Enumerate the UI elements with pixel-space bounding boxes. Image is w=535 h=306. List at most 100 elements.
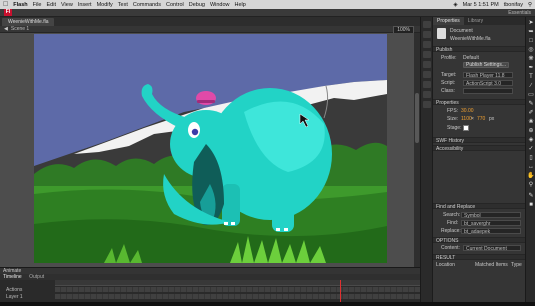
edit-bar: ◀ Scene 1 100%	[0, 26, 420, 35]
panel-icon-code[interactable]	[423, 81, 431, 88]
workspace-switcher[interactable]: Essentials	[508, 9, 531, 17]
panel-icon-history[interactable]	[423, 101, 431, 108]
search-label: Search:	[443, 212, 461, 218]
stage-color-swatch[interactable]	[463, 125, 469, 131]
swf-history-section-header[interactable]: SWF History	[433, 137, 526, 144]
deco-tool-icon[interactable]: ❀	[527, 119, 535, 126]
menu-status-area: ◈ Mar 5 1:51 PM tbonifay ⚲	[448, 0, 532, 9]
accessibility-section-header[interactable]: Accessibility	[433, 145, 526, 152]
target-label: Target:	[441, 72, 457, 78]
content-select[interactable]: Current Document	[463, 245, 521, 252]
menu-control[interactable]: Control	[166, 2, 184, 8]
results-header[interactable]: RESULT	[433, 254, 526, 261]
pen-tool-icon[interactable]: ✒	[527, 65, 535, 72]
panel-icon-transform[interactable]	[423, 51, 431, 58]
properties-section-header[interactable]: Properties	[433, 99, 526, 106]
doc-type-label: Document	[450, 28, 473, 34]
document-tab[interactable]: WeenieWithMe.fla	[2, 17, 55, 26]
publish-settings-button[interactable]: Publish Settings...	[463, 62, 510, 68]
menu-help[interactable]: Help	[235, 2, 246, 8]
bone-tool-icon[interactable]: ⊕	[527, 128, 535, 135]
zoom-tool-icon[interactable]: ⚲	[527, 182, 535, 189]
eraser-tool-icon[interactable]: ▯	[527, 155, 535, 162]
search-select[interactable]: Symbol	[461, 212, 521, 219]
pencil-tool-icon[interactable]: ✎	[527, 101, 535, 108]
panel-icon-align[interactable]	[423, 41, 431, 48]
publish-section-header[interactable]: Publish	[433, 46, 526, 53]
fps-value[interactable]: 30.00	[461, 108, 474, 114]
panel-icon-info[interactable]	[423, 61, 431, 68]
find-input[interactable]: bt_saverghr	[461, 220, 521, 227]
menu-text[interactable]: Text	[118, 2, 128, 8]
results-col-matched-items[interactable]: Matched Items	[475, 262, 508, 268]
menu-window[interactable]: Window	[210, 2, 230, 8]
frame-ruler[interactable]	[55, 280, 420, 286]
find-replace-header[interactable]: Find and Replace	[433, 203, 526, 210]
frames-actions[interactable]	[55, 287, 420, 292]
selection-tool-icon[interactable]: ➤	[527, 20, 535, 27]
tab-output[interactable]: Output	[29, 274, 44, 280]
menu-modify[interactable]: Modify	[97, 2, 113, 8]
width-tool-icon[interactable]: ↔	[527, 164, 535, 171]
subselection-tool-icon[interactable]: ➥	[527, 29, 535, 36]
size-unit: px	[489, 116, 495, 122]
fps-label: FPS:	[447, 108, 459, 114]
menu-debug[interactable]: Debug	[189, 2, 205, 8]
tab-timeline[interactable]: Timeline	[3, 274, 22, 280]
find-label: Find:	[447, 220, 459, 226]
menu-view[interactable]: View	[61, 2, 73, 8]
free-transform-tool-icon[interactable]: □	[527, 38, 535, 45]
class-input[interactable]	[463, 88, 513, 94]
back-arrow-icon[interactable]: ◀	[4, 26, 8, 32]
rectangle-tool-icon[interactable]: ▭	[527, 92, 535, 99]
replace-input[interactable]: bt_adaepek	[461, 228, 521, 235]
frames-layer-1[interactable]	[55, 294, 420, 299]
class-label: Class:	[441, 88, 455, 94]
pasteboard	[0, 33, 414, 267]
user-name[interactable]: tbonifay	[504, 2, 523, 8]
flash-logo-icon: Fl	[4, 9, 12, 16]
3d-rotation-tool-icon[interactable]: ◎	[527, 47, 535, 54]
clock-text[interactable]: Mar 5 1:51 PM	[463, 2, 499, 8]
stage-artwork	[34, 34, 387, 263]
menu-app-name[interactable]: Flash	[13, 2, 27, 8]
paint-bucket-tool-icon[interactable]: ◈	[527, 137, 535, 144]
fill-color-icon[interactable]: ■	[527, 202, 535, 209]
eyedropper-tool-icon[interactable]: ✓	[527, 146, 535, 153]
panel-icon-components[interactable]	[423, 91, 431, 98]
menu-insert[interactable]: Insert	[78, 2, 92, 8]
target-select[interactable]: Flash Player 11.8	[463, 72, 513, 79]
content-label: Content:	[441, 245, 460, 251]
stage-canvas[interactable]	[34, 34, 387, 263]
results-col-location[interactable]: Location	[436, 262, 455, 268]
scene-label[interactable]: Scene 1	[11, 26, 29, 32]
tab-properties[interactable]: Properties	[433, 17, 464, 25]
options-header[interactable]: OPTIONS	[433, 237, 526, 244]
playhead[interactable]	[340, 280, 341, 302]
script-label: Script:	[441, 80, 456, 86]
profile-value: Default	[463, 55, 479, 61]
tab-library[interactable]: Library	[464, 17, 487, 25]
scrollbar-thumb[interactable]	[415, 93, 419, 143]
script-select[interactable]: ActionScript 3.0	[463, 80, 513, 87]
panel-icon-motion[interactable]	[423, 71, 431, 78]
brush-tool-icon[interactable]: ✐	[527, 110, 535, 117]
menu-commands[interactable]: Commands	[133, 2, 161, 8]
wifi-icon[interactable]: ◈	[453, 2, 457, 8]
size-times-label: ×	[471, 116, 474, 122]
panel-icon-color[interactable]	[423, 21, 431, 28]
height-value[interactable]: 770	[477, 116, 485, 122]
hand-tool-icon[interactable]: ✋	[527, 173, 535, 180]
results-col-type[interactable]: Type	[511, 262, 522, 268]
apple-icon[interactable]: 	[3, 1, 8, 8]
text-tool-icon[interactable]: T	[527, 74, 535, 81]
panel-icon-strip	[420, 17, 432, 302]
properties-panel: Properties Library Document WeenieWithMe…	[432, 17, 526, 302]
spotlight-search-icon[interactable]: ⚲	[528, 2, 532, 8]
menu-edit[interactable]: Edit	[47, 2, 56, 8]
stroke-color-icon[interactable]: ✎	[527, 193, 535, 200]
lasso-tool-icon[interactable]: ❋	[527, 56, 535, 63]
panel-icon-swatches[interactable]	[423, 31, 431, 38]
menu-file[interactable]: File	[33, 2, 42, 8]
line-tool-icon[interactable]: ∕	[527, 83, 535, 90]
